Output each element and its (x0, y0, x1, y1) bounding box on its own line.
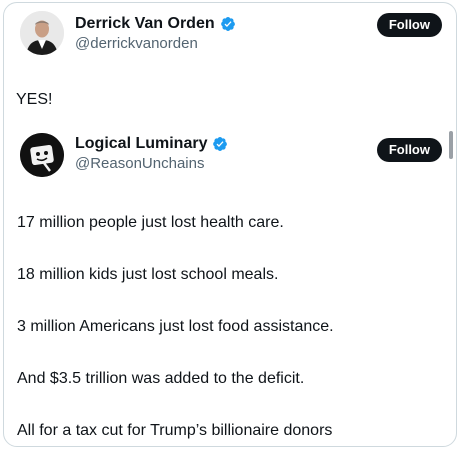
post-text: YES! (16, 91, 53, 108)
quoted-author-name[interactable]: Logical Luminary (75, 134, 207, 154)
quoted-post-text: 17 million people just lost health care.… (17, 213, 334, 441)
scrollbar[interactable] (449, 131, 453, 159)
post-header: Derrick Van Orden @derrickvanorden Follo… (20, 11, 442, 63)
quoted-text-line: 3 million Americans just lost food assis… (17, 318, 334, 335)
quoted-text-line: 17 million people just lost health care. (17, 214, 284, 231)
quoted-follow-button[interactable]: Follow (376, 138, 442, 162)
quoted-avatar[interactable] (20, 133, 64, 177)
quoted-post[interactable]: Logical Luminary @ReasonUnchains Follow … (17, 131, 442, 446)
verified-badge-icon (220, 17, 235, 31)
quoted-author-name-row: Logical Luminary (75, 134, 228, 154)
avatar[interactable] (20, 11, 64, 55)
avatar-logo-icon (20, 133, 64, 177)
post-card: Derrick Van Orden @derrickvanorden Follo… (3, 2, 457, 447)
author-name[interactable]: Derrick Van Orden (75, 14, 215, 34)
follow-button[interactable]: Follow (376, 13, 442, 37)
quoted-text-line: 18 million kids just lost school meals. (17, 266, 279, 283)
verified-badge-icon (213, 137, 228, 151)
author-handle[interactable]: @derrickvanorden (75, 35, 198, 52)
quoted-post-header: Logical Luminary @ReasonUnchains Follow (20, 131, 442, 183)
avatar-portrait-icon (20, 11, 64, 55)
author-name-row: Derrick Van Orden (75, 14, 236, 34)
quoted-text-line: And $3.5 trillion was added to the defic… (17, 370, 305, 387)
quoted-text-line: All for a tax cut for Trump’s billionair… (17, 422, 333, 439)
quoted-author-handle[interactable]: @ReasonUnchains (75, 155, 204, 172)
